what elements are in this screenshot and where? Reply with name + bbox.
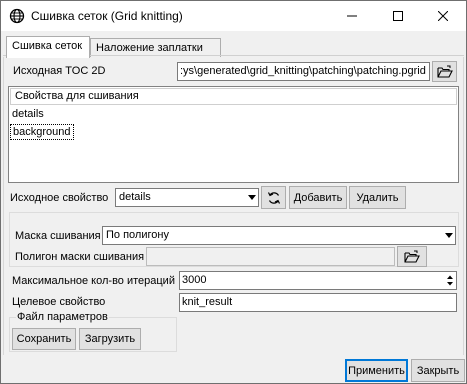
close-button[interactable] bbox=[420, 1, 466, 31]
source-property-select[interactable]: details bbox=[115, 188, 259, 207]
list-item[interactable]: details bbox=[10, 107, 46, 121]
source-toc-browse-button[interactable] bbox=[432, 61, 457, 82]
source-toc-field[interactable]: :ys\generated\grid_knitting\patching\pat… bbox=[177, 62, 430, 81]
close-dialog-button[interactable]: Закрыть bbox=[411, 359, 465, 382]
folder-open-icon bbox=[436, 65, 453, 78]
spin-updown-icon bbox=[447, 275, 453, 286]
load-button[interactable]: Загрузить bbox=[79, 328, 141, 350]
refresh-button[interactable] bbox=[261, 186, 286, 209]
mask-polygon-label: Полигон маски сшивания bbox=[15, 251, 145, 263]
close-icon bbox=[438, 11, 448, 21]
target-property-field[interactable]: knit_result bbox=[179, 293, 457, 312]
chevron-down-icon bbox=[445, 233, 453, 238]
refresh-icon bbox=[267, 191, 280, 204]
dialog-window: Сшивка сеток (Grid knitting) Сшивка сето… bbox=[0, 0, 467, 384]
spin-arrows[interactable] bbox=[445, 273, 455, 288]
list-item[interactable]: background bbox=[10, 124, 74, 140]
add-button[interactable]: Добавить bbox=[289, 186, 347, 209]
mask-polygon-field[interactable] bbox=[146, 247, 395, 266]
properties-list-header[interactable]: Свойства для сшивания bbox=[10, 88, 457, 105]
target-property-label: Целевое свойство bbox=[12, 296, 106, 308]
mask-polygon-browse-button[interactable] bbox=[397, 246, 427, 267]
title-bar[interactable]: Сшивка сеток (Grid knitting) bbox=[1, 1, 466, 31]
mask-select[interactable]: По полигону bbox=[102, 226, 456, 245]
remove-button[interactable]: Удалить bbox=[349, 186, 406, 209]
save-button[interactable]: Сохранить bbox=[12, 328, 76, 350]
apply-button[interactable]: Применить bbox=[345, 359, 408, 382]
iterations-spinbox[interactable]: 3000 bbox=[179, 271, 457, 290]
iterations-label: Максимальное кол-во итераций bbox=[12, 275, 175, 287]
minimize-button[interactable] bbox=[329, 1, 375, 31]
mask-value: По полигону bbox=[106, 229, 169, 241]
window-title: Сшивка сеток (Grid knitting) bbox=[31, 9, 183, 23]
maximize-icon bbox=[393, 11, 403, 21]
globe-icon bbox=[9, 8, 25, 24]
chevron-down-icon bbox=[248, 195, 256, 200]
source-property-value: details bbox=[119, 191, 151, 203]
minimize-icon bbox=[347, 15, 357, 17]
source-property-label: Исходное свойство bbox=[10, 192, 109, 204]
mask-label: Маска сшивания bbox=[15, 230, 101, 242]
params-file-label: Файл параметров bbox=[16, 311, 109, 323]
iterations-value: 3000 bbox=[182, 274, 207, 286]
tab-grid-knitting[interactable]: Сшивка сеток bbox=[6, 36, 90, 58]
source-toc-label: Исходная TOC 2D bbox=[13, 65, 106, 77]
maximize-button[interactable] bbox=[375, 1, 421, 31]
folder-open-icon bbox=[404, 250, 420, 263]
